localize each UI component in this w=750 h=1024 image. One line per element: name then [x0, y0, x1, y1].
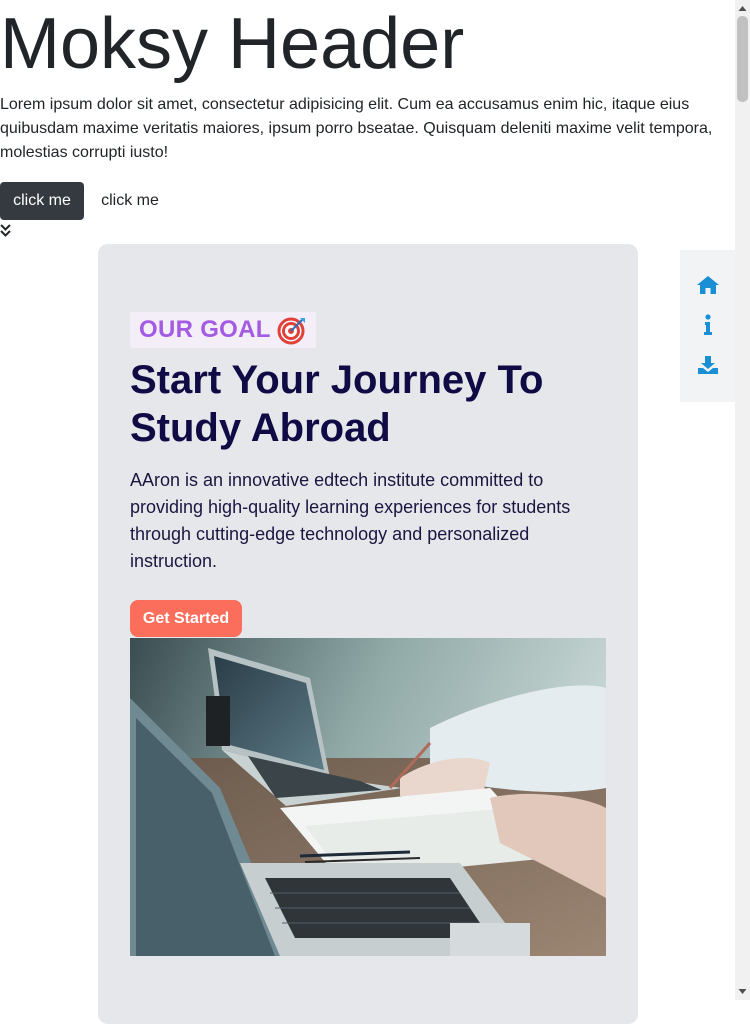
- info-icon: [703, 314, 712, 335]
- vertical-scrollbar[interactable]: [735, 0, 750, 1000]
- scroll-down-arrow-icon[interactable]: [738, 987, 747, 996]
- page-title: Moksy Header: [0, 4, 465, 84]
- download-icon: [697, 356, 718, 374]
- target-icon: [277, 317, 305, 345]
- click-me-button-primary[interactable]: click me: [0, 182, 84, 220]
- intro-paragraph: Lorem ipsum dolor sit amet, consectetur …: [0, 96, 713, 161]
- hero-title: Start Your Journey To Study Abroad: [130, 358, 544, 450]
- nav-info[interactable]: [680, 307, 735, 343]
- home-icon: [696, 276, 719, 294]
- scroll-up-arrow-icon[interactable]: [738, 4, 747, 13]
- goal-badge: OUR GOAL: [130, 312, 316, 348]
- click-me-button-secondary[interactable]: click me: [88, 182, 172, 220]
- side-nav: [680, 250, 735, 402]
- scrollbar-thumb[interactable]: [737, 16, 748, 102]
- hero-image: [130, 638, 606, 956]
- nav-home[interactable]: [680, 267, 735, 303]
- nav-download[interactable]: [680, 347, 735, 383]
- get-started-button[interactable]: Get Started: [130, 600, 242, 637]
- hero-description: AAron is an innovative edtech institute …: [130, 470, 571, 571]
- page: Moksy Header Lorem ipsum dolor sit amet,…: [0, 0, 735, 1024]
- goal-badge-label: OUR GOAL: [139, 316, 271, 343]
- chevrons-down-icon[interactable]: [0, 224, 11, 238]
